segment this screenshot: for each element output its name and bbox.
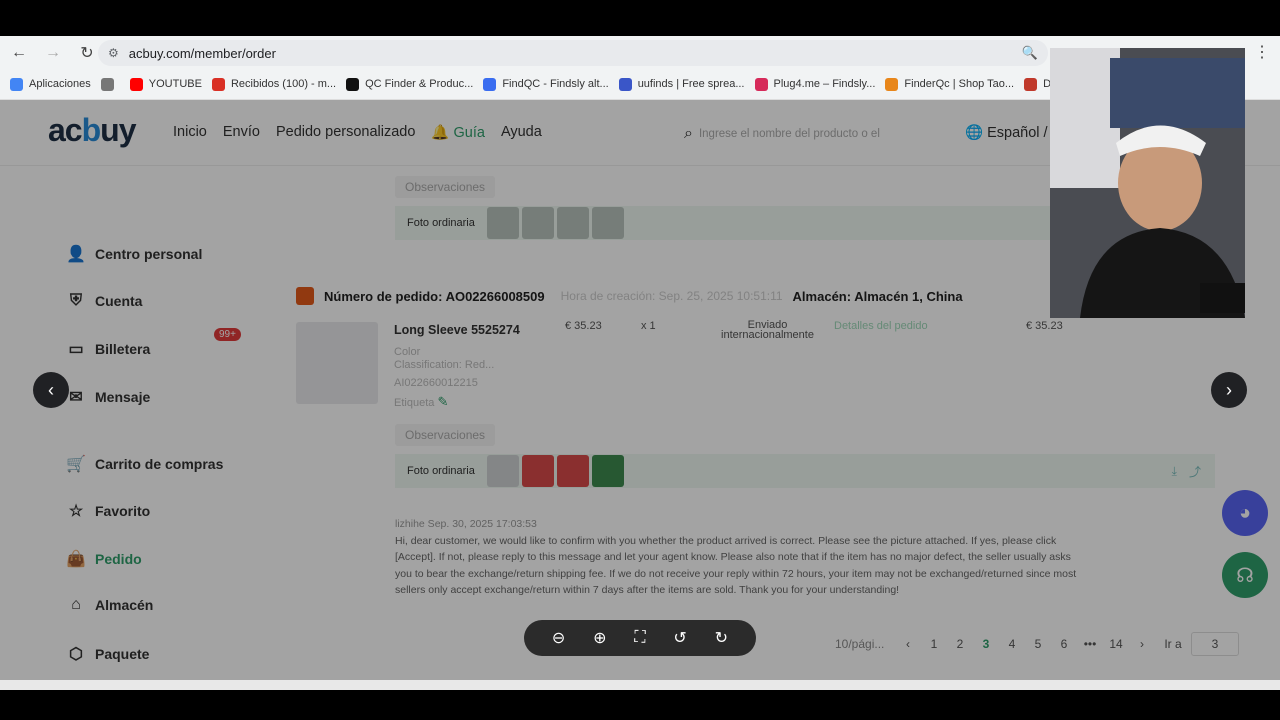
bookmark-label: QC Finder & Produc... xyxy=(365,78,474,90)
bookmark-label: FindQC - Findsly alt... xyxy=(502,78,609,90)
viewer-next-icon[interactable]: › xyxy=(1211,372,1247,408)
bookmark-favicon-icon xyxy=(483,77,497,91)
bookmark-label: Aplicaciones xyxy=(29,78,91,90)
fullscreen-icon[interactable]: ⛶ xyxy=(634,629,645,647)
taskbar xyxy=(0,680,1280,690)
bookmark-favicon-icon xyxy=(885,77,899,91)
zoom-icon[interactable]: 🔍 xyxy=(1022,45,1038,61)
bookmark-item[interactable]: FindQC - Findsly alt... xyxy=(483,77,609,91)
bookmark-favicon-icon xyxy=(754,77,768,91)
bookmark-item[interactable]: Recibidos (100) - m... xyxy=(211,77,337,91)
bookmark-item[interactable]: FinderQc | Shop Tao... xyxy=(885,77,1015,91)
bookmark-item[interactable]: Plug4.me – Findsly... xyxy=(754,77,876,91)
bookmark-label: Recibidos (100) - m... xyxy=(230,78,337,90)
bookmark-favicon-icon xyxy=(618,77,632,91)
webcam-image xyxy=(1050,48,1245,318)
zoom-out-icon[interactable]: ⊖ xyxy=(552,628,565,648)
bookmark-favicon-icon xyxy=(346,77,360,91)
rotate-right-icon[interactable]: ↻ xyxy=(715,628,728,648)
bookmark-item[interactable]: YOUTUBE xyxy=(129,77,202,91)
bookmark-label: Plug4.me – Findsly... xyxy=(773,78,876,90)
url-text: acbuy.com/member/order xyxy=(128,45,276,61)
menu-dots-icon[interactable]: ⋮ xyxy=(1254,42,1270,62)
bookmark-label: FinderQc | Shop Tao... xyxy=(904,78,1015,90)
webcam-overlay xyxy=(1050,48,1245,318)
zoom-in-icon[interactable]: ⊕ xyxy=(593,628,606,648)
rotate-left-icon[interactable]: ↺ xyxy=(673,628,686,648)
bookmark-favicon-icon xyxy=(10,77,23,91)
bookmark-favicon-icon xyxy=(1024,77,1038,91)
image-viewer-toolbar: ⊖ ⊕ ⛶ ↺ ↻ xyxy=(524,620,756,656)
bookmark-label: YOUTUBE xyxy=(148,78,202,90)
bookmark-favicon-icon xyxy=(129,77,143,91)
bottom-letterbox xyxy=(0,690,1280,720)
bookmark-item[interactable]: Aplicaciones xyxy=(10,77,91,91)
forward-icon[interactable]: → xyxy=(38,38,68,68)
bookmark-favicon-icon xyxy=(211,77,225,91)
bookmark-item[interactable]: uufinds | Free sprea... xyxy=(618,77,745,91)
url-input[interactable]: ⚙ acbuy.com/member/order 🔍 xyxy=(98,40,1048,66)
bookmark-item[interactable] xyxy=(100,77,120,91)
bookmark-item[interactable]: QC Finder & Produc... xyxy=(346,77,474,91)
browser-top xyxy=(0,0,1280,36)
site-settings-icon[interactable]: ⚙ xyxy=(108,46,119,60)
back-icon[interactable]: ← xyxy=(4,38,34,68)
bookmark-label: uufinds | Free sprea... xyxy=(637,78,745,90)
bookmark-favicon-icon xyxy=(100,77,114,91)
viewer-prev-icon[interactable]: ‹ xyxy=(33,372,69,408)
